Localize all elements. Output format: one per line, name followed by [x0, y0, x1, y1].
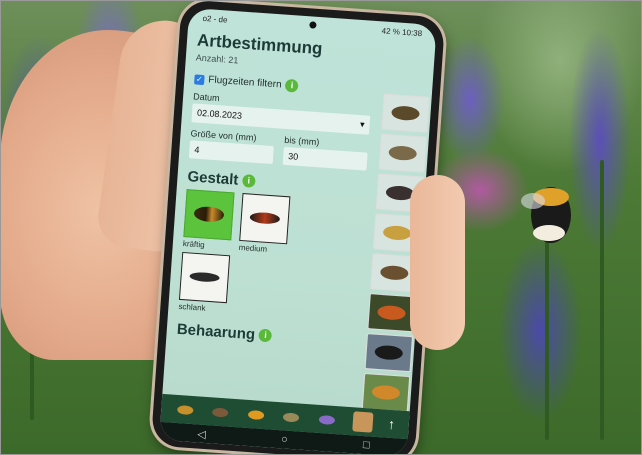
flower-icon[interactable]: [316, 409, 337, 430]
bee-category-icon[interactable]: [174, 399, 195, 420]
wasp-icon: [249, 211, 281, 225]
fingers: [410, 175, 465, 350]
flight-times-label: Flugzeiten filtern: [207, 74, 282, 91]
carrier-label: o2 - de: [202, 13, 228, 25]
bee-category-icon[interactable]: [281, 406, 302, 427]
shape-option-robust[interactable]: [183, 189, 235, 241]
shape-option-label: kräftig: [182, 239, 205, 250]
honeycomb-icon[interactable]: [351, 411, 374, 433]
phone-screen: o2 - de 42 % 10:38 Artbestimmung Anzahl:…: [159, 7, 437, 455]
back-icon[interactable]: ◁: [197, 427, 206, 441]
battery-label: 42 %: [381, 25, 401, 37]
chevron-down-icon: ▾: [359, 119, 365, 130]
checkbox-checked-icon[interactable]: ✓: [194, 73, 205, 85]
species-thumbnail[interactable]: [378, 133, 427, 173]
home-icon[interactable]: ○: [281, 433, 288, 445]
shape-options: kräftig medium: [183, 189, 365, 260]
size-from-input[interactable]: 4: [188, 140, 274, 165]
main-content: Artbestimmung Anzahl: 21 ✓ Flugzeiten fi…: [162, 26, 385, 408]
shape-option-label: medium: [238, 242, 268, 254]
info-icon[interactable]: i: [258, 328, 273, 343]
bumblebee-category-icon[interactable]: [245, 404, 266, 425]
shape-option-medium[interactable]: [239, 193, 291, 245]
species-thumbnail[interactable]: [381, 93, 430, 133]
shape-option-label: schlank: [178, 301, 206, 313]
hair-title: Behaarung: [176, 320, 256, 344]
date-value: 02.08.2023: [196, 107, 243, 121]
size-to-input[interactable]: 30: [282, 146, 368, 171]
plant-stem: [600, 160, 604, 440]
species-thumbnail[interactable]: [361, 372, 411, 413]
photo-scene: o2 - de 42 % 10:38 Artbestimmung Anzahl:…: [0, 0, 642, 455]
species-thumbnail[interactable]: [367, 293, 416, 333]
smartphone: o2 - de 42 % 10:38 Artbestimmung Anzahl:…: [150, 0, 446, 455]
bumblebee-image: [521, 187, 571, 243]
clock-label: 10:38: [401, 27, 423, 38]
info-icon[interactable]: i: [285, 78, 299, 93]
shape-option-slim[interactable]: [178, 251, 231, 304]
bee-category-icon[interactable]: [210, 401, 231, 422]
info-icon[interactable]: i: [241, 174, 256, 188]
bee-icon: [193, 205, 225, 223]
scroll-up-icon[interactable]: ↑: [387, 416, 395, 432]
plant-stem: [545, 240, 549, 440]
shape-title: Gestalt: [186, 168, 239, 189]
species-thumbnail[interactable]: [364, 333, 413, 373]
slim-bee-icon: [189, 271, 220, 283]
recent-apps-icon[interactable]: □: [362, 439, 369, 451]
hair-section-title: Behaarung i: [176, 321, 355, 350]
